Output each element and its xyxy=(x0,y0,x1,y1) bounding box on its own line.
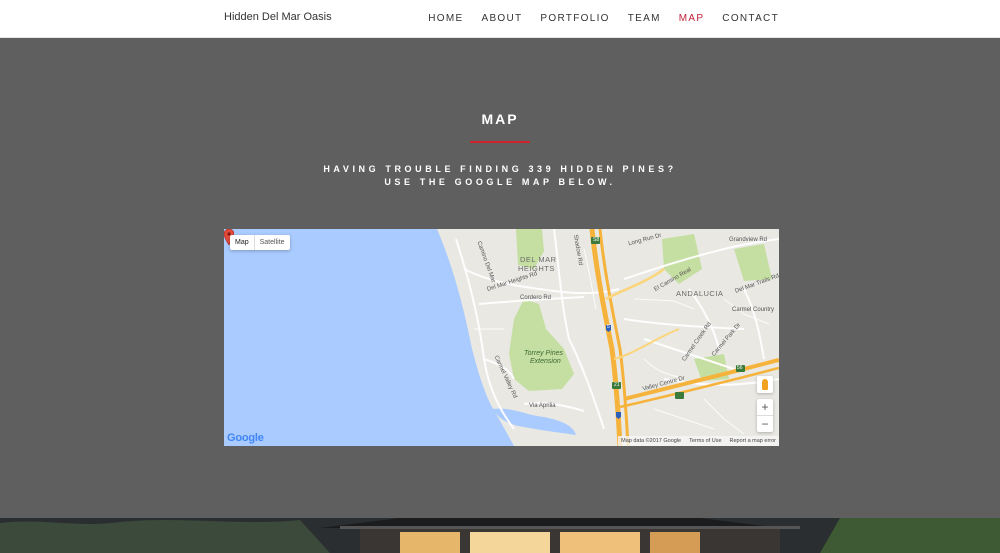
report-map-error-link[interactable]: Report a map error xyxy=(730,436,776,446)
map-data-credit: Map data ©2017 Google xyxy=(621,438,682,444)
site-brand[interactable]: Hidden Del Mar Oasis xyxy=(224,11,332,23)
google-logo-text: Google xyxy=(227,432,264,444)
house-photo xyxy=(0,518,1000,553)
google-map[interactable]: DEL MAR HEIGHTS ANDALUCIA Torrey Pines E… xyxy=(224,229,779,446)
top-nav-bar: Hidden Del Mar Oasis HOME ABOUT PORTFOLI… xyxy=(0,0,1000,38)
map-type-satellite-button[interactable]: Satellite xyxy=(253,235,290,250)
map-label-del-mar: DEL MAR xyxy=(520,255,557,264)
street-view-pegman-icon[interactable] xyxy=(757,376,773,393)
map-label-shield-21: 21 xyxy=(614,382,620,388)
section-title: MAP xyxy=(481,111,519,127)
map-label-shield-5: 5 xyxy=(607,324,610,330)
house-photo-art xyxy=(0,518,1000,553)
map-label-extension: Extension xyxy=(530,358,561,365)
zoom-control: + − xyxy=(757,399,773,432)
map-label-andalucia: ANDALUCIA xyxy=(676,289,724,298)
map-type-map-button[interactable]: Map xyxy=(230,235,254,250)
map-label-via-aprilia: Via Aprilia xyxy=(529,403,556,409)
nav-contact[interactable]: CONTACT xyxy=(722,13,779,24)
map-label-shield-56: 56 xyxy=(737,365,743,371)
nav-about[interactable]: ABOUT xyxy=(481,13,522,24)
zoom-in-button[interactable]: + xyxy=(757,399,773,415)
nav-portfolio[interactable]: PORTFOLIO xyxy=(540,13,609,24)
zoom-out-button[interactable]: − xyxy=(757,415,773,432)
map-label-cordero: Cordero Rd xyxy=(520,295,552,301)
main-nav: HOME ABOUT PORTFOLIO TEAM MAP CONTACT xyxy=(410,13,779,24)
nav-team[interactable]: TEAM xyxy=(628,13,661,24)
title-underline xyxy=(470,141,530,143)
map-label-carmel-country: Carmel Country xyxy=(732,307,775,313)
map-label-torrey-pines: Torrey Pines xyxy=(524,350,564,357)
google-logo[interactable]: Google xyxy=(227,432,264,444)
map-attribution: Map data ©2017 Google Terms of Use Repor… xyxy=(618,436,779,446)
nav-map[interactable]: MAP xyxy=(679,13,705,24)
terms-of-use-link[interactable]: Terms of Use xyxy=(689,436,721,446)
map-type-control: Map Satellite xyxy=(230,235,290,250)
map-label-grandview: Grandview Rd xyxy=(729,237,768,243)
map-label-shield-s8: S8 xyxy=(593,237,600,243)
section-subtitle: HAVING TROUBLE FINDING 339 HIDDEN PINES?… xyxy=(323,164,677,187)
nav-home[interactable]: HOME xyxy=(428,13,463,24)
